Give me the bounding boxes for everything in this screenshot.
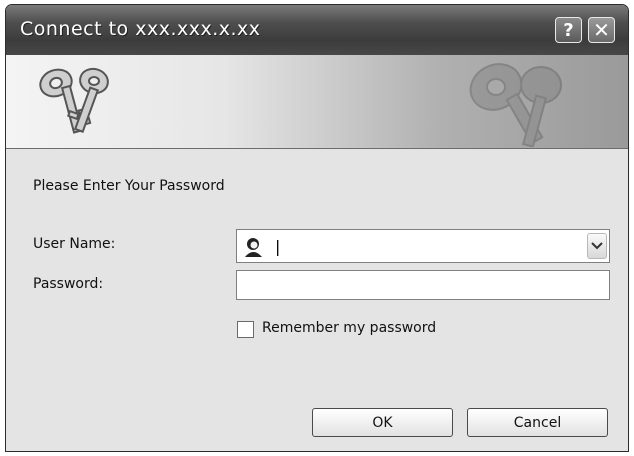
keys-icon: [39, 67, 109, 134]
password-field[interactable]: [236, 270, 610, 300]
username-input-value[interactable]: |: [275, 237, 280, 256]
remember-password-label[interactable]: Remember my password: [262, 320, 436, 336]
help-button[interactable]: ?: [555, 17, 582, 43]
password-label: Password:: [33, 276, 104, 292]
chevron-down-icon: [591, 242, 603, 250]
ok-button[interactable]: OK: [312, 408, 453, 437]
remember-password-checkbox[interactable]: [237, 321, 254, 338]
user-icon: [245, 238, 262, 257]
connect-dialog: Connect to xxx.xxx.x.xx ? ✕ Please Enter…: [5, 4, 629, 452]
title-bar[interactable]: Connect to xxx.xxx.x.xx ? ✕: [6, 5, 628, 55]
username-combobox[interactable]: |: [236, 229, 610, 263]
dialog-banner: [6, 55, 628, 149]
close-icon: ✕: [593, 18, 610, 42]
keys-watermark-icon: [469, 63, 562, 147]
username-dropdown-button[interactable]: [587, 233, 607, 259]
username-label: User Name:: [33, 236, 116, 252]
password-prompt: Please Enter Your Password: [33, 178, 225, 194]
help-icon: ?: [563, 19, 574, 41]
dialog-body: [6, 149, 628, 451]
close-button[interactable]: ✕: [588, 17, 615, 43]
cancel-button[interactable]: Cancel: [467, 408, 608, 437]
window-title: Connect to xxx.xxx.x.xx: [20, 18, 261, 40]
